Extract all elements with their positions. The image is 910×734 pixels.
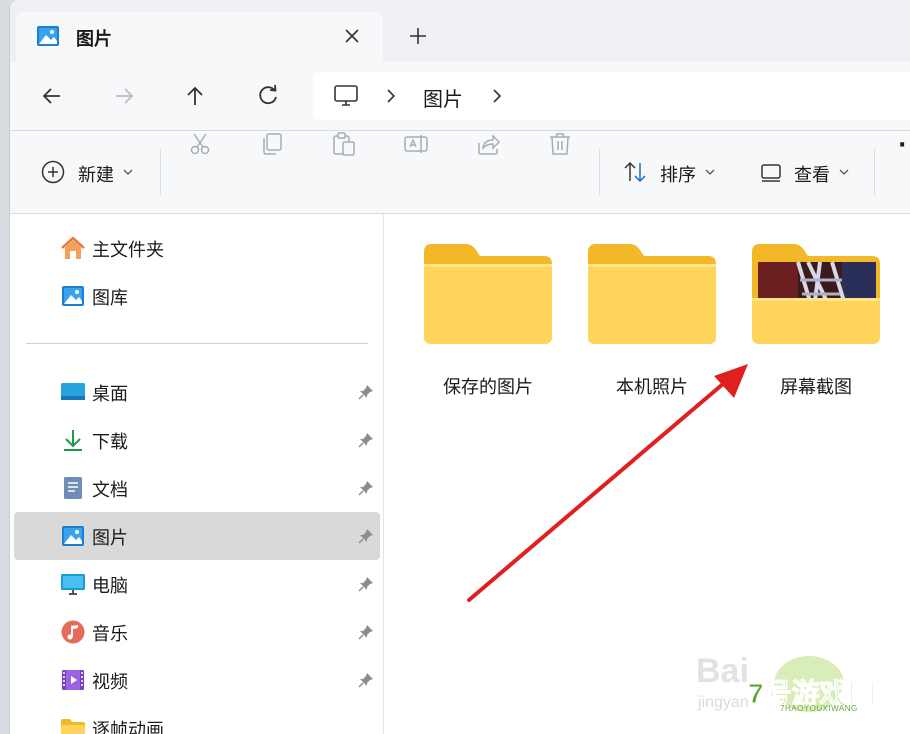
chevron-down-icon (123, 169, 133, 175)
pin-icon[interactable] (358, 528, 374, 544)
breadcrumb-pictures[interactable]: 图片 (423, 83, 463, 112)
sidebar-item-label: 文档 (92, 480, 128, 501)
pin-icon[interactable] (358, 624, 374, 640)
pin-icon[interactable] (358, 672, 374, 688)
this-pc-icon[interactable] (333, 84, 359, 108)
rename-icon[interactable] (403, 131, 429, 157)
command-bar: 新建 排序 查看 · (10, 131, 910, 213)
view-label: 查看 (794, 165, 830, 186)
more-options-button[interactable]: · (898, 133, 906, 161)
sidebar-item-label: 桌面 (92, 384, 128, 405)
chevron-down-icon (839, 169, 849, 175)
arrow-up-icon[interactable] (181, 82, 209, 110)
refresh-icon[interactable] (254, 82, 282, 110)
folder-label: 保存的图片 (443, 377, 533, 398)
sidebar-item-label: 图片 (92, 528, 128, 549)
monitor-icon (61, 574, 85, 595)
desktop-icon (61, 383, 85, 400)
navigation-bar: 图片 (10, 62, 910, 130)
new-button[interactable]: 新建 (40, 159, 140, 187)
sidebar-item-desktop[interactable]: 桌面 (14, 368, 380, 416)
download-icon (64, 430, 82, 451)
sidebar-item-label: 下载 (92, 432, 128, 453)
music-icon (61, 620, 85, 644)
address-bar[interactable]: 图片 (313, 72, 910, 120)
folder-label: 本机照片 (616, 377, 688, 398)
pane-divider (383, 214, 384, 734)
new-label: 新建 (78, 165, 114, 186)
tab-title: 图片 (76, 29, 112, 50)
sidebar-item-label: 主文件夹 (92, 240, 164, 261)
title-bar: 图片 (10, 0, 910, 62)
toolbar-separator (599, 149, 600, 195)
pictures-icon (62, 526, 84, 546)
view-button[interactable]: 查看 (758, 159, 858, 187)
tab-pictures[interactable]: 图片 (16, 12, 383, 62)
sidebar-item-label: 音乐 (92, 624, 128, 645)
sidebar-item-gallery[interactable]: 图库 (14, 272, 380, 320)
chevron-right-icon[interactable] (489, 88, 505, 104)
sidebar-item-pc[interactable]: 电脑 (14, 560, 380, 608)
plus-icon[interactable] (406, 24, 430, 48)
sidebar-item-music[interactable]: 音乐 (14, 608, 380, 656)
sidebar-item-label: 逐帧动画 (92, 720, 164, 734)
delete-icon[interactable] (547, 131, 573, 157)
watermark-site-pinyin: 7HAOYOUXIWANG (780, 704, 858, 713)
chevron-right-icon[interactable] (383, 88, 399, 104)
watermark-jingyan: jingyan (698, 694, 749, 711)
sidebar-item-frame-animation[interactable]: 逐帧动画 (14, 704, 380, 734)
copy-icon[interactable] (259, 131, 285, 157)
sidebar-item-documents[interactable]: 文档 (14, 464, 380, 512)
sidebar-separator (26, 343, 368, 344)
chevron-down-icon (705, 169, 715, 175)
video-icon (62, 670, 84, 690)
folder-screenshots[interactable]: 屏幕截图 (746, 240, 886, 400)
sidebar-item-label: 视频 (92, 672, 128, 693)
arrow-right-icon[interactable] (110, 82, 138, 110)
folder-icon (61, 719, 85, 734)
folder-camera-roll[interactable]: 本机照片 (582, 240, 722, 400)
watermark-baidu: Bai (696, 652, 749, 690)
sidebar-item-label: 图库 (92, 288, 128, 309)
document-icon (64, 477, 82, 499)
gallery-icon (62, 286, 84, 306)
cut-icon[interactable] (187, 131, 213, 157)
pin-icon[interactable] (358, 384, 374, 400)
pictures-icon (37, 26, 59, 46)
paste-icon[interactable] (331, 131, 357, 157)
sort-icon (624, 161, 646, 183)
folder-label: 屏幕截图 (780, 377, 852, 398)
folder-icon (424, 244, 552, 344)
pin-icon[interactable] (358, 432, 374, 448)
sort-button[interactable]: 排序 (622, 159, 722, 187)
folder-icon (588, 244, 716, 344)
watermark: Bai jingyan 7号游戏网 7HAOYOUXIWANG (690, 650, 890, 734)
sidebar-item-home[interactable]: 主文件夹 (14, 224, 380, 272)
share-icon[interactable] (475, 131, 501, 157)
view-icon (761, 164, 781, 182)
pin-icon[interactable] (358, 576, 374, 592)
sidebar-item-videos[interactable]: 视频 (14, 656, 380, 704)
folder-thumbnail-icon (752, 244, 880, 344)
sidebar-item-downloads[interactable]: 下载 (14, 416, 380, 464)
folder-saved-pictures[interactable]: 保存的图片 (418, 240, 558, 400)
pin-icon[interactable] (358, 480, 374, 496)
sidebar-item-label: 电脑 (92, 576, 128, 597)
plus-circle-icon (41, 160, 65, 184)
toolbar-separator (874, 149, 875, 195)
close-icon[interactable] (340, 24, 364, 48)
navigation-pane: 主文件夹 图库 桌面 下载 文档 图片 电脑 音乐 视频 逐帧动画 (10, 214, 383, 734)
arrow-left-icon[interactable] (38, 82, 66, 110)
toolbar-separator (160, 149, 161, 195)
sort-label: 排序 (660, 165, 696, 186)
sidebar-item-pictures[interactable]: 图片 (14, 512, 380, 560)
home-icon (61, 236, 85, 259)
